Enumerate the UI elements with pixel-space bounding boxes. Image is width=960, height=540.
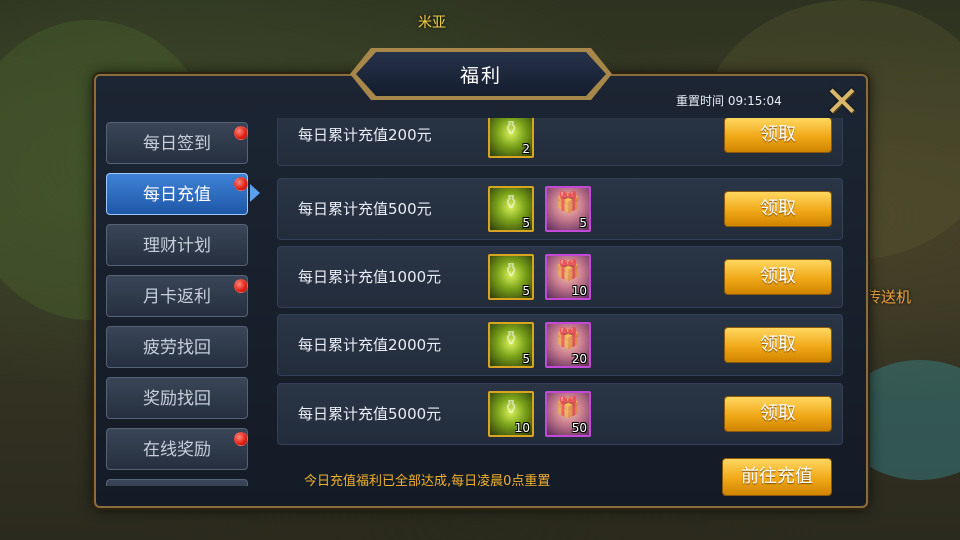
potion-jar-icon[interactable]: ⚱ 2 [488,118,534,158]
reward-condition-label: 每日累计充值2000元 [298,336,442,354]
claim-button[interactable]: 领取 [724,259,832,295]
reward-list: 每日累计充值200元 ⚱ 2 领取 每日累计充值500元 ⚱ 5 🎁 5 领取 每日累计充值1000… [277,118,845,450]
claim-button[interactable]: 领取 [724,396,832,432]
title-plate: 福利 [356,52,606,96]
potion-jar-icon[interactable]: ⚱ 5 [488,322,534,368]
item-glyph: ⚱ [502,326,520,350]
active-tab-arrow-icon [250,184,260,202]
notification-dot-icon [234,279,248,293]
item-count: 5 [522,352,530,366]
reward-condition-label: 每日累计充值200元 [298,126,432,144]
sidebar: 每日签到每日充值理财计划月卡返利疲劳找回奖励找回在线奖励 [106,120,250,486]
item-glyph: ⚱ [502,258,520,282]
panel-title: 福利 [459,64,502,87]
reward-condition-label: 每日累计充值500元 [298,200,432,218]
item-glyph: ⚱ [502,118,520,140]
portal-name-label[interactable]: 传送机 [866,286,911,307]
gift-girl-icon[interactable]: 🎁 20 [545,322,591,368]
sidebar-item-label: 每日签到 [143,134,211,154]
notification-dot-icon [234,126,248,140]
sidebar-item-label: 在线奖励 [143,440,211,460]
sidebar-item-label: 月卡返利 [143,287,211,307]
claim-button[interactable]: 领取 [724,327,832,363]
sidebar-item-1[interactable]: 每日充值 [106,173,248,215]
reward-row: 每日累计充值2000元 ⚱ 5 🎁 20 领取 [277,314,843,376]
sidebar-item-3[interactable]: 月卡返利 [106,275,248,317]
reward-condition-label: 每日累计充值5000元 [298,405,442,423]
notification-dot-icon [234,432,248,446]
reward-condition-label: 每日累计充值1000元 [298,268,442,286]
close-icon[interactable]: ✕ [822,81,862,123]
item-glyph: ⚱ [502,190,520,214]
footer-note: 今日充值福利已全部达成,每日凌晨0点重置 [304,474,551,489]
reward-row: 每日累计充值1000元 ⚱ 5 🎁 10 领取 [277,246,843,308]
item-glyph: 🎁 [555,258,581,282]
item-count: 10 [571,284,587,298]
item-count: 2 [522,142,530,156]
gift-girl-icon[interactable]: 🎁 5 [545,186,591,232]
item-count: 5 [522,216,530,230]
reward-row: 每日累计充值5000元 ⚱ 10 🎁 50 领取 [277,383,843,445]
claim-button[interactable]: 领取 [724,191,832,227]
item-count: 5 [579,216,587,230]
item-count: 5 [522,284,530,298]
sidebar-item-6[interactable]: 在线奖励 [106,428,248,470]
item-count: 10 [514,421,530,435]
potion-jar-icon[interactable]: ⚱ 5 [488,186,534,232]
reward-row: 每日累计充值500元 ⚱ 5 🎁 5 领取 [277,178,843,240]
item-glyph: 🎁 [555,395,581,419]
sidebar-item-5[interactable]: 奖励找回 [106,377,248,419]
potion-jar-icon[interactable]: ⚱ 10 [488,391,534,437]
item-count: 20 [571,352,587,366]
item-glyph: ⚱ [502,395,520,419]
sidebar-item-label: 奖励找回 [143,389,211,409]
potion-jar-icon[interactable]: ⚱ 5 [488,254,534,300]
sidebar-item-label: 理财计划 [143,236,211,256]
gift-girl-icon[interactable]: 🎁 10 [545,254,591,300]
item-glyph: 🎁 [555,190,581,214]
sidebar-item-partial[interactable] [106,479,248,486]
go-recharge-button[interactable]: 前往充值 [722,458,832,496]
npc-name-label[interactable]: 米亚 [418,12,446,32]
reward-row: 每日累计充值200元 ⚱ 2 领取 [277,118,843,166]
sidebar-item-4[interactable]: 疲劳找回 [106,326,248,368]
item-glyph: 🎁 [555,326,581,350]
sidebar-item-0[interactable]: 每日签到 [106,122,248,164]
reset-time-label: 重置时间 09:15:04 [676,94,782,108]
sidebar-item-2[interactable]: 理财计划 [106,224,248,266]
notification-dot-icon [234,177,248,191]
claim-button[interactable]: 领取 [724,118,832,153]
sidebar-item-label: 每日充值 [143,185,211,205]
sidebar-item-label: 疲劳找回 [143,338,211,358]
item-count: 50 [571,421,587,435]
gift-girl-icon[interactable]: 🎁 50 [545,391,591,437]
